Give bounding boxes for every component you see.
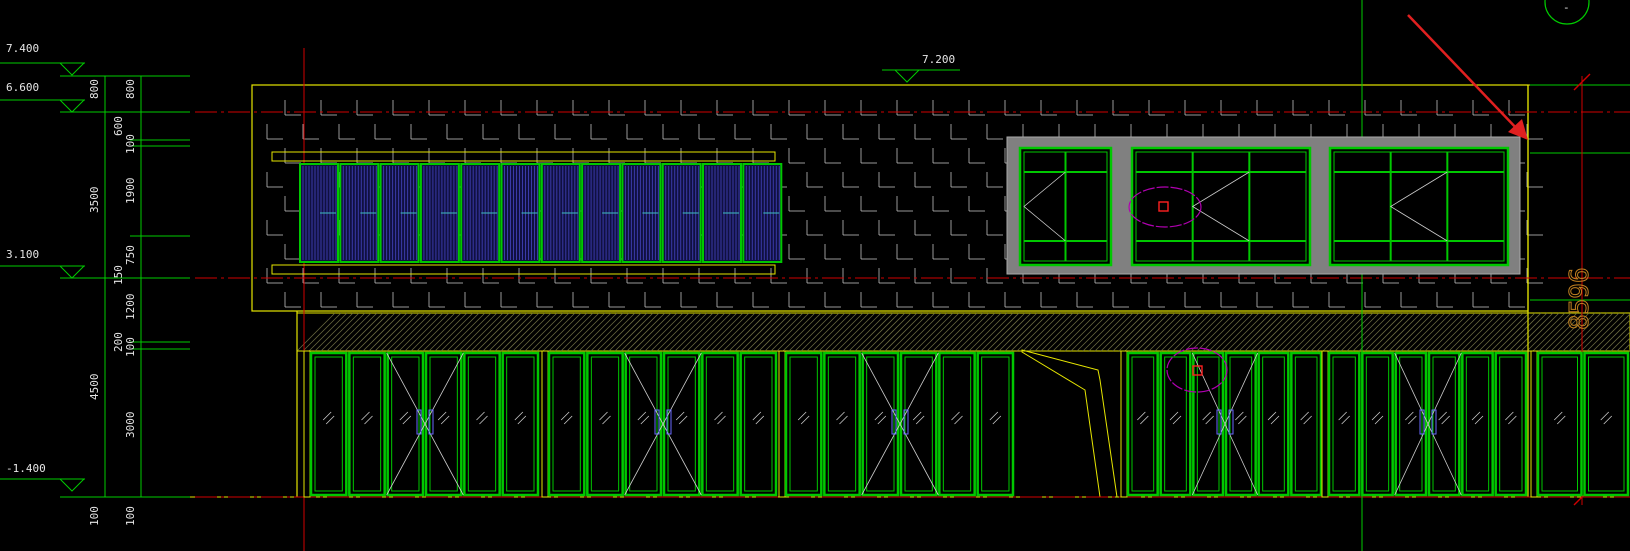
door-leaf (1427, 351, 1461, 497)
door-leaf (1461, 351, 1494, 497)
corner-mark-text: - (1563, 1, 1570, 14)
dim-inner-750: 750 (124, 245, 137, 265)
level-label-6600: 6.600 (6, 81, 39, 94)
door-leaf (547, 351, 586, 497)
upper-louver-window (271, 151, 783, 275)
door-leaf (624, 351, 663, 497)
door-leaf (662, 351, 701, 497)
dim-inner-100-bottom: 100 (124, 506, 137, 526)
ground-floor-doors (303, 347, 1630, 498)
dim-outer-3500: 3500 (88, 187, 101, 214)
dim-outer-100: 100 (88, 506, 101, 526)
door-leaf (976, 351, 1015, 497)
door-leaf (701, 351, 739, 497)
level-label-minus-1400: -1.400 (6, 462, 46, 475)
door-leaf (348, 351, 386, 497)
level-label-7400: 7.400 (6, 42, 39, 55)
door-leaf (309, 351, 348, 497)
door-leaf (463, 351, 501, 497)
door-leaf (739, 351, 778, 497)
door-leaf (1361, 351, 1394, 497)
side-dimension-8596: 8596 (1565, 267, 1595, 330)
door-leaf (899, 351, 938, 497)
dim-inner-3000: 3000 (124, 412, 137, 439)
dim-inner-150: 150 (112, 265, 125, 285)
door-leaf (1394, 351, 1428, 497)
door-leaf (1536, 351, 1583, 497)
window-frame-2 (1328, 146, 1510, 267)
dim-inner-100-top: 100 (124, 134, 137, 154)
door-leaf (424, 351, 463, 497)
door-leaf (501, 351, 540, 497)
door-leaf (823, 351, 861, 497)
dim-outer-800: 800 (88, 79, 101, 99)
door-leaf (1327, 351, 1361, 497)
dim-outer-4500: 4500 (88, 374, 101, 401)
level-label-7200: 7.200 (922, 53, 955, 66)
door-leaf (861, 351, 900, 497)
dim-inner-1200: 1200 (124, 294, 137, 321)
door-leaf (1583, 351, 1630, 497)
door-leaf (1494, 351, 1528, 497)
door-leaf (586, 351, 624, 497)
dim-inner-100-mid: 100 (124, 337, 137, 357)
dim-inner-1900: 1900 (124, 178, 137, 205)
door-leaf (784, 351, 823, 497)
dim-inner-800: 800 (124, 79, 137, 99)
level-label-3100: 3.100 (6, 248, 39, 261)
door-leaf (386, 351, 425, 497)
upper-window-panel (1006, 136, 1521, 275)
door-leaf (938, 351, 976, 497)
dim-inner-600: 600 (112, 116, 125, 136)
cad-elevation-drawing: 7.400 6.600 3.100 -1.400 7.200 800 3500 … (0, 0, 1630, 551)
